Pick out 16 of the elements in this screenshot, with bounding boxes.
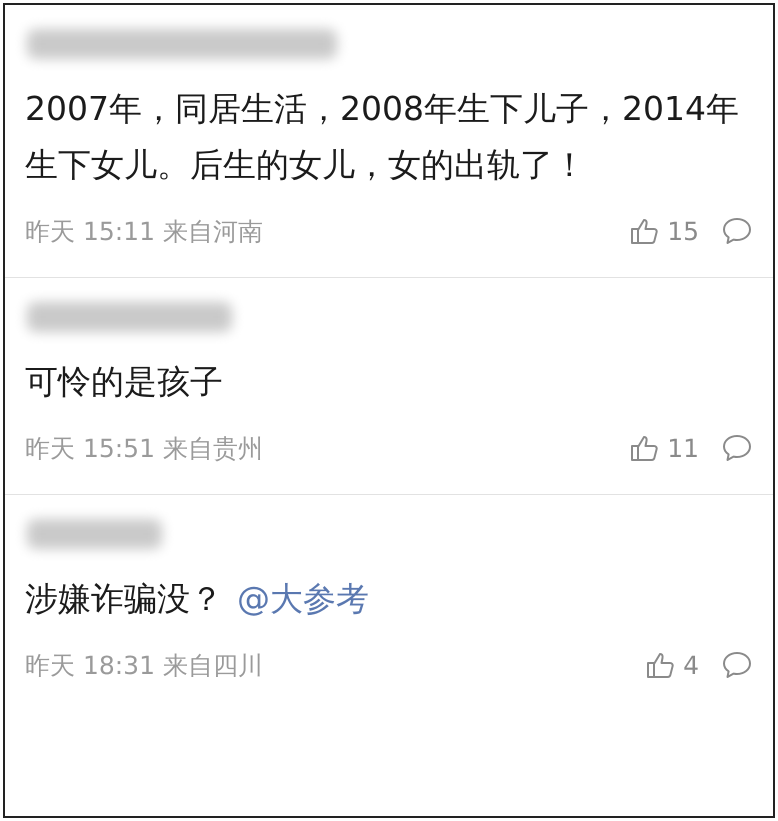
comment-icon[interactable] (721, 433, 753, 463)
comment-icon[interactable] (721, 650, 753, 680)
like-button[interactable]: 4 (645, 650, 699, 680)
comment-icon[interactable] (721, 216, 753, 246)
comment-text: 2007年，同居生活，2008年生下儿子，2014年生下女儿。后生的女儿，女的出轨了！ (25, 88, 740, 186)
comment-meta: 昨天 15:11 来自河南 (25, 216, 263, 248)
thumb-up-icon (629, 433, 660, 463)
thumb-up-icon (629, 216, 660, 246)
comment-text: 可怜的是孩子 (25, 361, 224, 403)
comment-meta: 昨天 18:31 来自四川 (25, 650, 263, 682)
thumb-up-icon (645, 650, 676, 680)
comment-meta: 昨天 15:51 来自贵州 (25, 432, 263, 464)
like-button[interactable]: 11 (629, 433, 699, 463)
mention-link[interactable]: @大参考 (237, 579, 369, 618)
like-button[interactable]: 15 (629, 216, 699, 246)
comment-text: 涉嫌诈骗没？ @大参考 (25, 578, 370, 620)
